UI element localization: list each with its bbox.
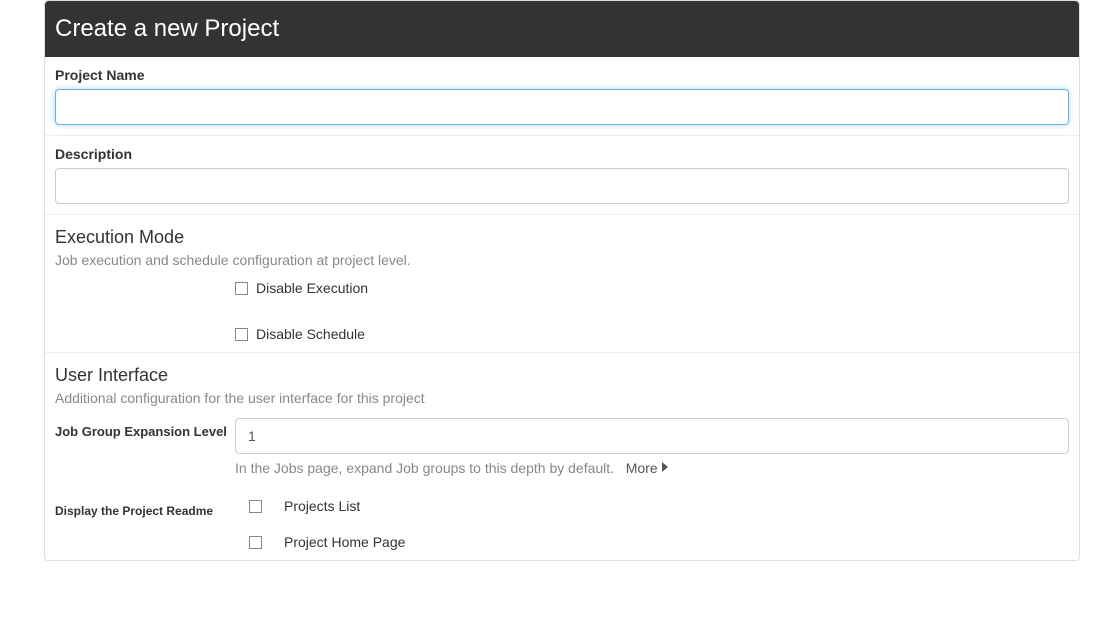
chevron-right-icon (661, 460, 670, 476)
readme-label: Display the Project Readme (55, 498, 235, 518)
project-name-section: Project Name (45, 57, 1079, 135)
panel-title: Create a new Project (45, 1, 1079, 57)
user-interface-subtitle: Additional configuration for the user in… (55, 390, 1069, 406)
execution-mode-subtitle: Job execution and schedule configuration… (55, 252, 1069, 268)
execution-mode-section: Execution Mode Job execution and schedul… (45, 214, 1079, 352)
create-project-panel: Create a new Project Project Name Descri… (44, 0, 1080, 561)
project-name-input[interactable] (55, 89, 1069, 125)
description-input[interactable] (55, 168, 1069, 204)
execution-mode-title: Execution Mode (55, 227, 1069, 248)
disable-schedule-label: Disable Schedule (256, 326, 365, 342)
disable-execution-checkbox[interactable] (235, 282, 248, 295)
readme-home-page-checkbox[interactable] (249, 536, 262, 549)
disable-execution-label: Disable Execution (256, 280, 368, 296)
project-name-label: Project Name (55, 67, 1069, 83)
description-label: Description (55, 146, 1069, 162)
more-text: More (626, 460, 658, 476)
disable-schedule-checkbox[interactable] (235, 328, 248, 341)
readme-projects-list-label: Projects List (284, 498, 360, 514)
user-interface-title: User Interface (55, 365, 1069, 386)
job-group-help: In the Jobs page, expand Job groups to t… (235, 460, 1069, 476)
readme-home-page-label: Project Home Page (284, 534, 405, 550)
more-link[interactable]: More (626, 460, 670, 476)
job-group-expansion-input[interactable] (235, 418, 1069, 454)
description-section: Description (45, 135, 1079, 214)
job-group-label: Job Group Expansion Level (55, 418, 235, 439)
job-group-help-text: In the Jobs page, expand Job groups to t… (235, 460, 614, 476)
readme-projects-list-checkbox[interactable] (249, 500, 262, 513)
user-interface-section: User Interface Additional configuration … (45, 352, 1079, 560)
